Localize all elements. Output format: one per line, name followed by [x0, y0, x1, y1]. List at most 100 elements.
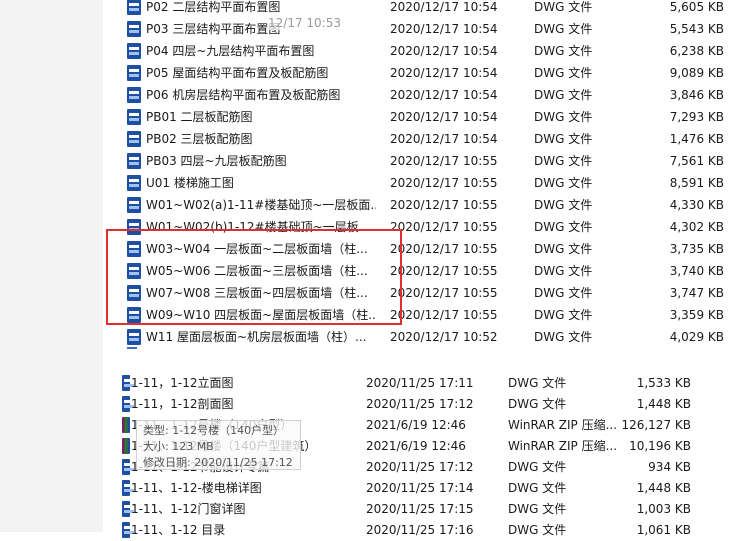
file-name: P03 三层结构平面布置图 [146, 22, 281, 36]
file-row[interactable]: P04 四层~九层结构平面布置图 2020/12/17 10:54 DWG 文件 6,… [103, 40, 731, 62]
file-type: DWG 文件 [508, 460, 567, 474]
file-row[interactable]: PB01 二层板配筋图 2020/12/17 10:54 DWG 文件 7,293 K… [103, 106, 731, 128]
file-name: P02 二层结构平面布置图 [146, 0, 281, 14]
file-size: 7,561 KB [669, 154, 724, 168]
drag-ghost-text: 12/17 10:53 [268, 16, 341, 30]
file-date: 2020/12/17 10:54 [390, 110, 498, 124]
file-name: W05~W06 二层板面~三层板面墙（柱... [146, 264, 368, 278]
file-row[interactable]: 1-11、1-12门窗详图 2020/11/25 17:15 DWG 文件 1,003… [103, 498, 731, 520]
dwg-file-icon [127, 87, 141, 103]
file-row[interactable]: W07~W08 三层板面~四层板面墙（柱... 2020/12/17 10:55 D… [103, 282, 731, 304]
navigation-pane [0, 0, 103, 532]
dwg-file-icon [127, 241, 141, 257]
file-size: 934 KB [648, 460, 691, 474]
file-date: 2020/12/17 10:54 [390, 88, 498, 102]
file-date: 2020/12/17 10:54 [390, 66, 498, 80]
file-size: 1,061 KB [636, 523, 691, 537]
dwg-file-icon [127, 43, 141, 59]
file-row[interactable]: 1-11、1-12 目录 2020/11/25 17:16 DWG 文件 1,061 … [103, 519, 731, 541]
file-row[interactable]: W03~W04 一层板面~二层板面墙（柱... 2020/12/17 10:55 D… [103, 238, 731, 260]
file-name: W01~W02(a)1-11#楼基础顶~一层板面... [146, 198, 376, 212]
file-row[interactable]: W09~W10 四层板面~屋面层板面墙（柱... 2020/12/17 10:55… [103, 304, 731, 326]
file-name: U01 楼梯施工图 [146, 176, 234, 190]
file-row[interactable]: W11 屋面层板面~机房层板面墙（柱）... 2020/12/17 10:52 DW… [103, 326, 731, 348]
dwg-file-icon [122, 480, 134, 496]
file-type: DWG 文件 [508, 397, 567, 411]
file-type: WinRAR ZIP 压缩... [508, 418, 618, 432]
file-row[interactable]: W01~W02(b)1-12#楼基础顶~一层板... 2020/12/17 10:… [103, 216, 731, 238]
file-type: DWG 文件 [534, 330, 593, 344]
file-size: 6,238 KB [669, 44, 724, 58]
file-size: 4,330 KB [669, 198, 724, 212]
file-type: DWG 文件 [534, 308, 593, 322]
file-date: 2020/12/17 10:55 [390, 198, 498, 212]
file-name: W03~W04 一层板面~二层板面墙（柱... [146, 242, 368, 256]
file-date: 2020/12/17 10:54 [390, 22, 498, 36]
file-date: 2020/11/25 17:12 [366, 397, 474, 411]
dwg-file-icon [127, 307, 141, 323]
file-row[interactable]: P03 三层结构平面布置图 2020/12/17 10:54 DWG 文件 5,543… [103, 18, 731, 40]
file-list-top: P02 二层结构平面布置图 2020/12/17 10:54 DWG 文件 5,605… [103, 0, 731, 354]
file-type: DWG 文件 [508, 523, 567, 537]
file-type: DWG 文件 [534, 22, 593, 36]
file-date: 2020/11/25 17:14 [366, 481, 474, 495]
file-row[interactable]: 1-11，1-12剖面图 2020/11/25 17:12 DWG 文件 1,448 … [103, 393, 731, 415]
file-date: 2021/6/19 12:46 [366, 439, 466, 453]
file-name: W11 屋面层板面~机房层板面墙（柱）... [146, 330, 367, 344]
file-type: DWG 文件 [534, 110, 593, 124]
file-size: 1,476 KB [669, 132, 724, 146]
file-date: 2021/6/19 12:46 [366, 418, 466, 432]
file-type: DWG 文件 [534, 264, 593, 278]
file-name: 1-11，1-12剖面图 [131, 397, 234, 411]
file-type: DWG 文件 [534, 66, 593, 80]
file-type: DWG 文件 [534, 154, 593, 168]
file-size: 3,359 KB [669, 308, 724, 322]
dwg-file-icon [127, 21, 141, 37]
file-type: DWG 文件 [534, 220, 593, 234]
file-type: DWG 文件 [534, 242, 593, 256]
file-name: 1-11、1-12 目录 [131, 523, 226, 537]
dwg-file-icon [122, 396, 134, 412]
file-row[interactable]: PB03 四层~九层板配筋图 2020/12/17 10:55 DWG 文件 7,56… [103, 150, 731, 172]
file-name: P04 四层~九层结构平面布置图 [146, 44, 315, 58]
dwg-file-icon [127, 175, 141, 191]
file-date: 2020/12/17 10:55 [390, 220, 498, 234]
file-type: DWG 文件 [534, 88, 593, 102]
file-type: DWG 文件 [508, 376, 567, 390]
file-row[interactable]: 1-11，1-12立面图 2020/11/25 17:11 DWG 文件 1,533 … [103, 372, 731, 394]
file-date: 2020/12/17 10:55 [390, 154, 498, 168]
file-size: 126,127 KB [621, 418, 691, 432]
file-name: PB03 四层~九层板配筋图 [146, 154, 287, 168]
file-size: 8,591 KB [669, 176, 724, 190]
tooltip-size: 大小: 123 MB [143, 440, 214, 453]
file-type: DWG 文件 [534, 0, 593, 14]
file-size: 1,448 KB [636, 397, 691, 411]
file-row[interactable]: W01~W02(a)1-11#楼基础顶~一层板面... 2020/12/17 10… [103, 194, 731, 216]
file-size: 10,196 KB [629, 439, 691, 453]
file-row[interactable]: W05~W06 二层板面~三层板面墙（柱... 2020/12/17 10:55 D… [103, 260, 731, 282]
dwg-file-icon [122, 375, 134, 391]
file-size: 5,605 KB [669, 0, 724, 14]
file-size: 3,740 KB [669, 264, 724, 278]
file-name: W01~W02(b)1-12#楼基础顶~一层板... [146, 220, 371, 234]
dwg-file-icon [127, 65, 141, 81]
file-row[interactable]: PB02 三层板配筋图 2020/12/17 10:54 DWG 文件 1,476 K… [103, 128, 731, 150]
file-size: 7,293 KB [669, 110, 724, 124]
tooltip-type: 类型: 1-12号楼（140户型） [143, 424, 285, 437]
dwg-file-icon [127, 197, 141, 213]
file-row[interactable]: 1-11、1-12-楼电梯详图 2020/11/25 17:14 DWG 文件 1,4… [103, 477, 731, 499]
dwg-file-icon [127, 285, 141, 301]
file-name: P05 屋面结构平面布置及板配筋图 [146, 66, 329, 80]
file-row[interactable]: P05 屋面结构平面布置及板配筋图 2020/12/17 10:54 DWG 文件 9… [103, 62, 731, 84]
file-date: 2020/12/17 10:54 [390, 44, 498, 58]
file-row[interactable]: U01 楼梯施工图 2020/12/17 10:55 DWG 文件 8,591 KB [103, 172, 731, 194]
dwg-file-icon [127, 329, 141, 345]
file-row[interactable]: P02 二层结构平面布置图 2020/12/17 10:54 DWG 文件 5,605… [103, 0, 731, 18]
file-tooltip: 类型: 1-12号楼（140户型） 大小: 123 MB 修改日期: 2020/… [136, 420, 301, 470]
file-row[interactable]: P06 机房层结构平面布置及板配筋图 2020/12/17 10:54 DWG 文件… [103, 84, 731, 106]
file-size: 4,029 KB [669, 330, 724, 344]
file-name: W09~W10 四层板面~屋面层板面墙（柱... [146, 308, 376, 322]
file-date: 2020/12/17 10:54 [390, 0, 498, 14]
file-type: WinRAR ZIP 压缩... [508, 439, 618, 453]
file-date: 2020/12/17 10:55 [390, 286, 498, 300]
